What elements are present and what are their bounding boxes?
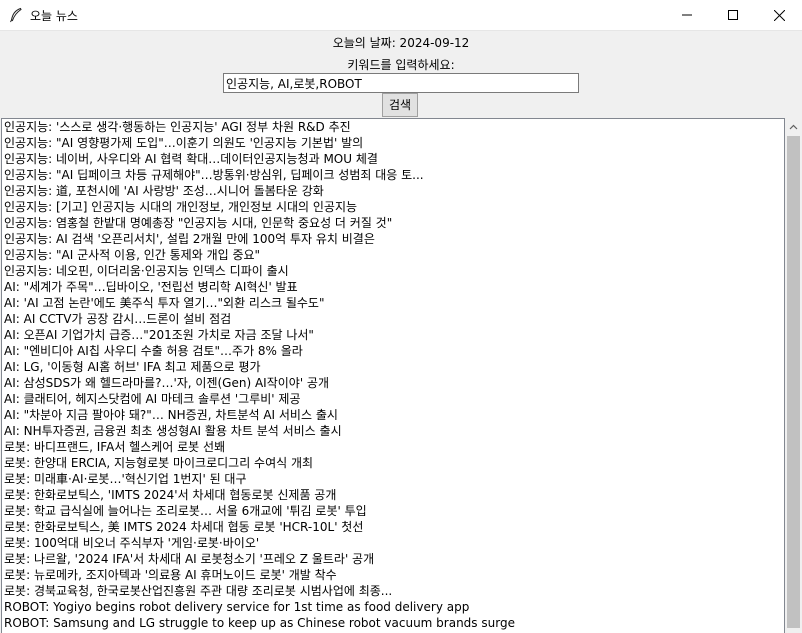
list-item[interactable]: AI: AI CCTV가 공장 감시…드론이 설비 점검: [2, 311, 784, 327]
maximize-icon: [728, 10, 738, 20]
scroll-up-arrow-icon[interactable]: [785, 119, 802, 136]
list-item[interactable]: 인공지능: 염홍철 한밭대 명예총장 "인공지능 시대, 인문학 중요성 더 커…: [2, 215, 784, 231]
close-icon: [773, 9, 785, 21]
scrollbar-thumb[interactable]: [787, 136, 800, 628]
keyword-prompt: 키워드를 입력하세요:: [347, 58, 455, 72]
date-label: 오늘의 날짜: 2024-09-12: [332, 36, 470, 50]
list-item[interactable]: AI: "엔비디아 AI칩 사우디 수출 허용 검토"…주가 8% 올라: [2, 343, 784, 359]
vertical-scrollbar[interactable]: [785, 119, 802, 632]
list-item[interactable]: AI: 삼성SDS가 왜 헬드라마를?…'자, 이젠(Gen) AI작이야' 공…: [2, 375, 784, 391]
list-item[interactable]: 로봇: 경북교육청, 한국로봇산업진흥원 주관 대량 조리로봇 시범사업에 최종…: [2, 583, 784, 599]
list-item[interactable]: 로봇: 100억대 비오너 주식부자 '게임·로봇·바이오': [2, 535, 784, 551]
list-item[interactable]: 로봇: 한화로보틱스, 'IMTS 2024'서 차세대 협동로봇 신제품 공개: [2, 487, 784, 503]
list-item[interactable]: 인공지능: 네이버, 사우디와 AI 협력 확대…데이터인공지능청과 MOU 체…: [2, 151, 784, 167]
search-button[interactable]: 검색: [382, 93, 418, 117]
list-item[interactable]: 인공지능: [기고] 인공지능 시대의 개인정보, 개인정보 시대의 인공지능: [2, 199, 784, 215]
list-item[interactable]: 로봇: 뉴로메카, 조지아텍과 '의료용 AI 휴머노이드 로봇' 개발 착수: [2, 567, 784, 583]
list-item[interactable]: 로봇: 나르왈, '2024 IFA'서 차세대 AI 로봇청소기 '프레오 Z…: [2, 551, 784, 567]
list-item[interactable]: ROBOT: Yogiyo begins robot delivery serv…: [2, 599, 784, 615]
list-item[interactable]: 인공지능: "AI 영향평가제 도입"…이훈기 의원도 '인공지능 기본법' 발…: [2, 135, 784, 151]
list-item[interactable]: AI: "세계가 주목"…딥바이오, '전립선 병리학 AI혁신' 발표: [2, 279, 784, 295]
list-item[interactable]: ROBOT: Samsung and LG struggle to keep u…: [2, 615, 784, 631]
list-item[interactable]: 로봇: 한화로보틱스, 美 IMTS 2024 차세대 협동 로봇 'HCR-1…: [2, 519, 784, 535]
list-item[interactable]: 로봇: 바디프랜드, IFA서 헬스케어 로봇 선봬: [2, 439, 784, 455]
results-listbox[interactable]: 인공지능: '스스로 생각·행동하는 인공지능' AGI 정부 차원 R&D 추…: [1, 118, 785, 633]
list-item[interactable]: AI: NH투자증권, 금융권 최초 생성형AI 활용 차트 분석 서비스 출시: [2, 423, 784, 439]
list-item[interactable]: AI: 'AI 고점 논란'에도 美주식 투자 열기…"외환 리스크 될수도": [2, 295, 784, 311]
list-item[interactable]: AI: 오픈AI 기업가치 급증…"201조원 가치로 자금 조달 나서": [2, 327, 784, 343]
feather-icon: [10, 7, 22, 23]
list-item[interactable]: 인공지능: AI 검색 '오픈리서치', 설립 2개월 만에 100억 투자 유…: [2, 231, 784, 247]
list-item[interactable]: 로봇: 학교 급식실에 늘어나는 조리로봇… 서울 6개교에 '튀김 로봇' 투…: [2, 503, 784, 519]
list-item[interactable]: 인공지능: "AI 군사적 이용, 인간 통제와 개입 중요": [2, 247, 784, 263]
list-item[interactable]: 로봇: 한양대 ERCIA, 지능형로봇 마이크로디그리 수여식 개최: [2, 455, 784, 471]
close-button[interactable]: [756, 0, 802, 30]
list-item[interactable]: AI: LG, '이동형 AI홈 허브' IFA 최고 제품으로 평가: [2, 359, 784, 375]
list-item[interactable]: AI: "차분아 지금 팔아야 돼?"… NH증권, 차트분석 AI 서비스 출…: [2, 407, 784, 423]
list-item[interactable]: AI: 클래티어, 헤지스닷컴에 AI 마테크 솔루션 '그루비' 제공: [2, 391, 784, 407]
list-item[interactable]: 인공지능: "AI 딥페이크 차등 규제해야"…방통위·방심위, 딥페이크 성범…: [2, 167, 784, 183]
list-item[interactable]: 인공지능: 道, 포천시에 'AI 사랑방' 조성…시니어 돌봄타운 강화: [2, 183, 784, 199]
window-title: 오늘 뉴스: [30, 9, 78, 23]
minimize-icon: [682, 14, 692, 16]
minimize-button[interactable]: [664, 0, 710, 30]
list-item[interactable]: 인공지능: '스스로 생각·행동하는 인공지능' AGI 정부 차원 R&D 추…: [2, 119, 784, 135]
keyword-input[interactable]: [223, 73, 579, 93]
list-item[interactable]: 로봇: 미래車·AI·로봇…'혁신기업 1번지' 된 대구: [2, 471, 784, 487]
title-bar: 오늘 뉴스: [0, 0, 802, 31]
list-item[interactable]: 인공지능: 네오핀, 이더리움·인공지능 인덱스 디파이 출시: [2, 263, 784, 279]
maximize-button[interactable]: [710, 0, 756, 30]
